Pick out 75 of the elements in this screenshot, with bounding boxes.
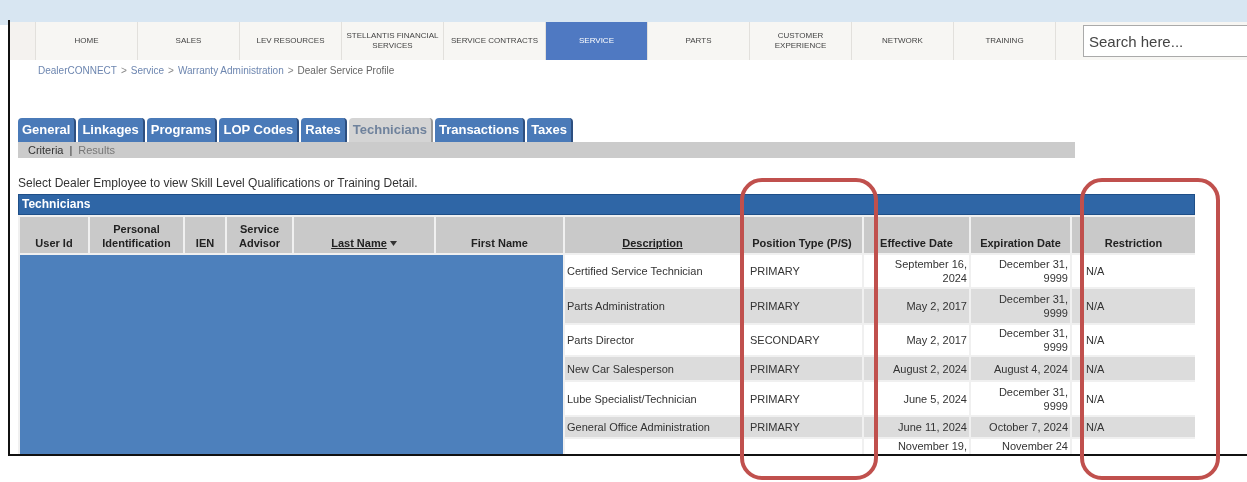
table-cell: December 31, 9999 [971,255,1070,287]
breadcrumb-link[interactable]: Service [130,65,165,76]
table-cell: December 31, 9999 [971,382,1070,415]
nav-item[interactable]: NETWORK [852,22,954,60]
table-cell: August 4, 2024 [971,357,1070,380]
nav-item[interactable]: PARTS [648,22,750,60]
table-cell: August 2, 2024 [864,357,969,380]
breadcrumb-separator: > [120,65,127,76]
sub-tab[interactable]: Criteria [28,144,64,156]
table-cell: Parts Director [565,325,740,355]
table-cell: Certified Service Technician [565,255,740,287]
table-cell: PRIMARY [742,255,862,287]
profile-tab[interactable]: General [18,118,77,142]
table-cell: Parts Administration [565,289,740,323]
sub-tab[interactable]: Results [78,144,115,156]
table-cell: December 31, 9999 [971,325,1070,355]
column-header: First Name [436,217,563,253]
column-header: Personal Identification [90,217,183,253]
table-cell: October 7, 2024 [971,417,1070,437]
nav-item[interactable]: SERVICE CONTRACTS [444,22,546,60]
breadcrumb-separator: > [287,65,294,76]
nav-item[interactable]: HOME [36,22,138,60]
table-cell: June 11, 2024 [864,417,969,437]
table-cell: May 2, 2017 [864,289,969,323]
instruction-text: Select Dealer Employee to view Skill Level Qualifications or Training Detail. [18,176,419,190]
profile-tab[interactable]: Linkages [78,118,145,142]
separator: | [69,144,73,156]
table-cell: N/A [1072,357,1195,380]
nav-item[interactable]: SERVICE [546,22,648,60]
breadcrumb-separator: > [168,65,174,76]
profile-tab[interactable]: Transactions [434,118,526,142]
table-cell: June 5, 2024 [864,382,969,415]
column-header: User Id [20,217,88,253]
nav-item[interactable]: CUSTOMER EXPERIENCE [750,22,852,60]
table-cell: N/A [1072,417,1195,437]
column-label[interactable]: Last Name [331,236,387,250]
column-header: IEN [185,217,225,253]
table-cell: May 2, 2017 [864,325,969,355]
table-cell: November 19, [864,439,969,454]
table-cell: N/A [1072,382,1195,415]
table-title: Technicians [18,194,1195,215]
table-cell: PRIMARY [742,382,862,415]
table-cell: PRIMARY [742,357,862,380]
nav-item[interactable]: TRAINING [954,22,1056,60]
table-cell: PRIMARY [742,417,862,437]
table-cell: September 16, 2024 [864,255,969,287]
table-cell: December 31, 9999 [971,289,1070,323]
column-header: Effective Date [864,217,969,253]
table-cell: November 24 [971,439,1070,454]
nav-item[interactable]: SALES [138,22,240,60]
table-cell: PRIMARY [742,289,862,323]
table-cell: New Car Salesperson [565,357,740,380]
profile-tab[interactable]: Technicians [348,118,433,142]
nav-item[interactable]: LEV RESOURCES [240,22,342,60]
column-header: Expiration Date [971,217,1070,253]
search-field[interactable]: Search here... [1083,25,1247,57]
table-cell: N/A [1072,325,1195,355]
column-header: Position Type (P/S) [742,217,862,253]
nav-item[interactable]: STELLANTIS FINANCIAL SERVICES [342,22,444,60]
profile-tab[interactable]: Taxes [527,118,574,142]
breadcrumb-link[interactable]: DealerCONNECT [38,65,117,76]
table-cell: Lube Specialist/Technician [565,382,740,415]
column-header[interactable]: Description [565,217,740,253]
column-header: Service Advisor [227,217,292,253]
profile-tab[interactable]: LOP Codes [219,118,300,142]
nav-spacer [10,22,36,60]
table-cell: General Office Administration [565,417,740,437]
table-cell: N/A [1072,255,1195,287]
breadcrumb-link[interactable]: Warranty Administration [177,65,284,76]
column-header: Restriction [1072,217,1195,253]
table-cell: N/A [1072,289,1195,323]
profile-tab[interactable]: Rates [301,118,347,142]
table-cell: SECONDARY [742,325,862,355]
profile-tab[interactable]: Programs [146,118,218,142]
breadcrumb-current: Dealer Service Profile [297,65,395,76]
